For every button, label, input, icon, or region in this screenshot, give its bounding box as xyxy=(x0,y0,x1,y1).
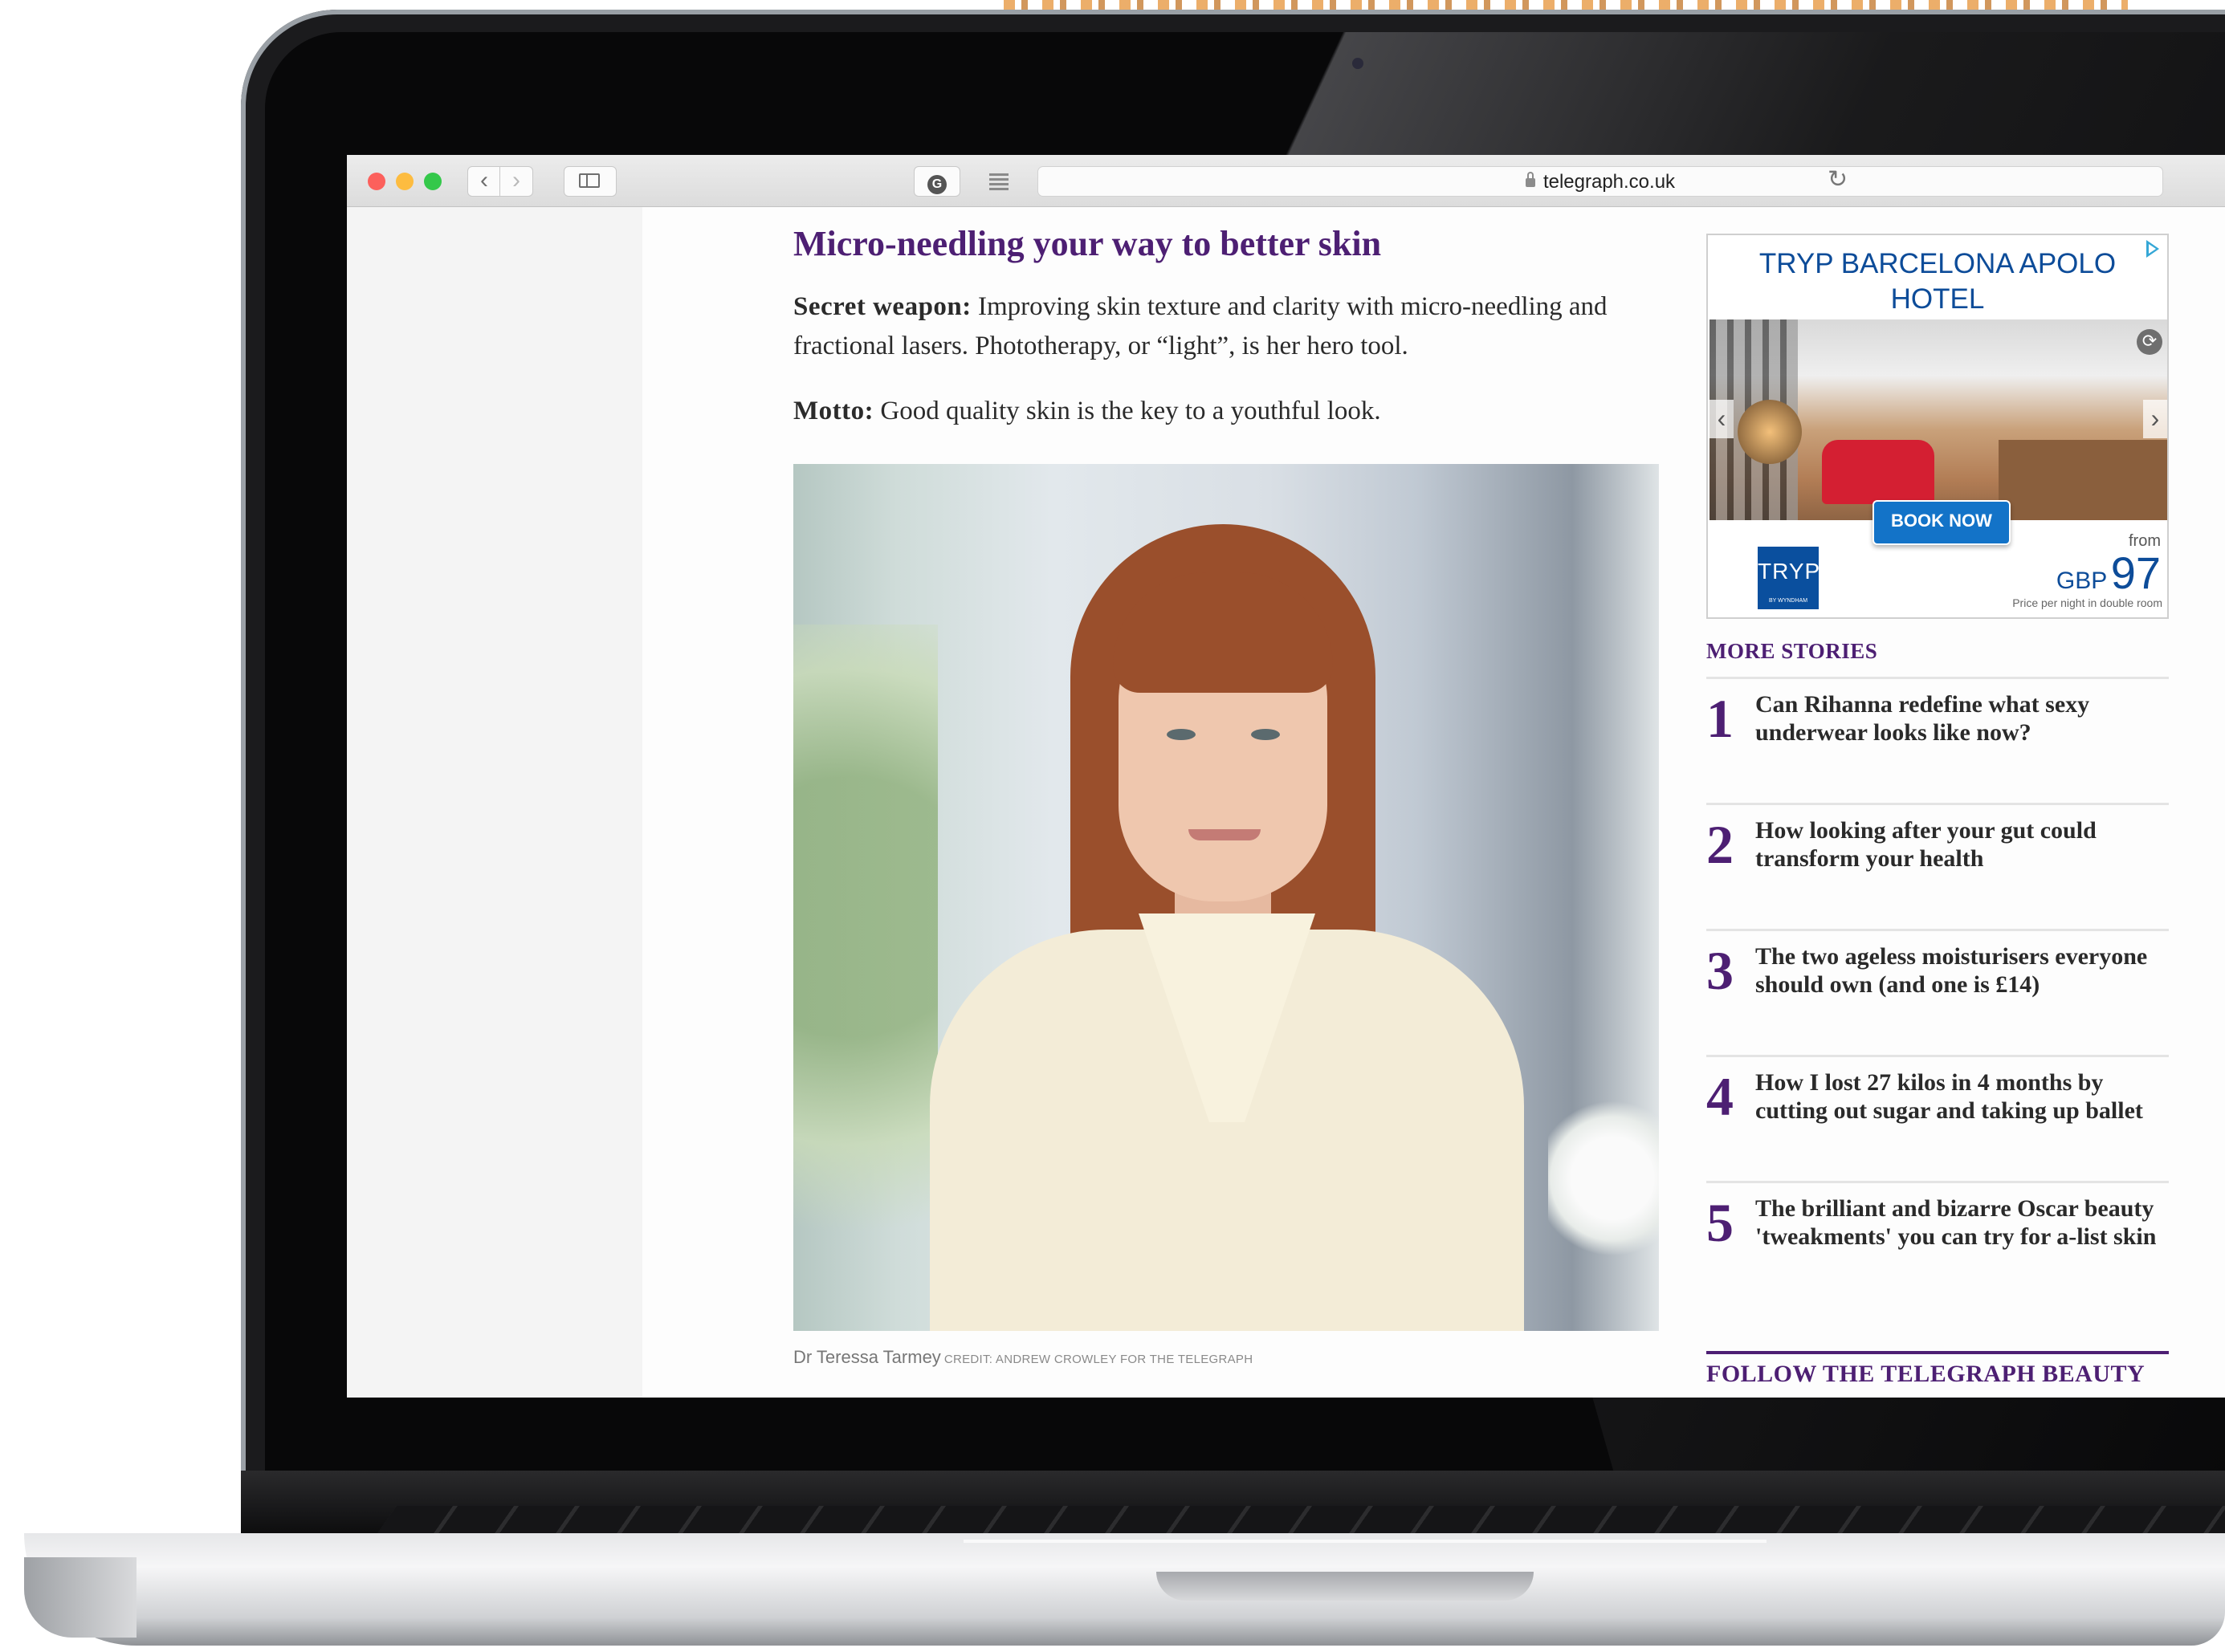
story-title-link[interactable]: The two ageless moisturisers everyone sh… xyxy=(1755,942,2169,999)
camera-icon xyxy=(1352,58,1363,69)
story-title-link[interactable]: The brilliant and bizarre Oscar beauty '… xyxy=(1755,1194,2169,1251)
ad-price: GBP 97 xyxy=(2056,547,2161,598)
grammarly-extension-button[interactable]: G xyxy=(914,166,960,197)
laptop-base-edge xyxy=(24,1557,137,1638)
sidebar-icon xyxy=(579,173,600,188)
ad-price-note: Price per night in double room xyxy=(2012,596,2162,609)
grammarly-icon: G xyxy=(927,175,947,194)
laptop-notch xyxy=(1156,1572,1534,1601)
ad-title: TRYP BARCELONA APOLO HOTEL xyxy=(1758,248,2117,315)
story-number: 2 xyxy=(1706,814,1734,875)
motto-text: Good quality skin is the key to a youthf… xyxy=(874,397,1381,425)
base-highlight xyxy=(964,1540,1767,1543)
story-item[interactable]: 4 How I lost 27 kilos in 4 months by cut… xyxy=(1706,1055,2169,1183)
browser-window: ‹ › G telegraph.co.uk ↻ Micro-needling y… xyxy=(347,155,2225,1398)
motto-label: Motto: xyxy=(793,397,874,425)
story-title-link[interactable]: How I lost 27 kilos in 4 months by cutti… xyxy=(1755,1068,2169,1125)
book-now-button[interactable]: BOOK NOW xyxy=(1873,500,2011,545)
reload-icon[interactable]: ↻ xyxy=(1828,165,1848,193)
lock-icon xyxy=(1525,172,1535,187)
laptop-base xyxy=(24,1533,2225,1646)
story-number: 5 xyxy=(1706,1192,1734,1253)
hotel-lobby-image: ‹ › ⟳ xyxy=(1710,319,2167,520)
story-number: 4 xyxy=(1706,1066,1734,1127)
chevron-right-icon: › xyxy=(512,167,520,193)
photo-credit: CREDIT: ANDREW CROWLEY FOR THE TELEGRAPH xyxy=(943,1353,1253,1366)
story-number: 1 xyxy=(1706,688,1734,749)
chevron-left-icon: ‹ xyxy=(480,167,488,193)
secret-weapon-paragraph: Secret weapon: Improving skin texture an… xyxy=(793,287,1669,366)
left-gutter xyxy=(347,207,642,1398)
secret-weapon-label: Secret weapon: xyxy=(793,292,972,321)
browser-toolbar: ‹ › G telegraph.co.uk ↻ xyxy=(347,155,2225,207)
story-item[interactable]: 3 The two ageless moisturisers everyone … xyxy=(1706,929,2169,1057)
fullscreen-window-button[interactable] xyxy=(424,173,442,190)
photo-caption: Dr Teressa Tarmey CREDIT: ANDREW CROWLEY … xyxy=(793,1347,1253,1368)
address-bar[interactable]: telegraph.co.uk xyxy=(1037,166,2163,197)
tryp-logo: TRYP BY WYNDHAM xyxy=(1758,547,1820,609)
carousel-next-button[interactable]: › xyxy=(2143,400,2167,438)
caption-name: Dr Teressa Tarmey xyxy=(793,1347,941,1367)
minimize-window-button[interactable] xyxy=(396,173,414,190)
story-title-link[interactable]: Can Rihanna redefine what sexy underwear… xyxy=(1755,690,2169,747)
reader-icon xyxy=(989,173,1009,176)
section-headline: Micro-needling your way to better skin xyxy=(793,224,1382,263)
follow-beauty-heading: FOLLOW THE TELEGRAPH BEAUTY xyxy=(1706,1351,2169,1398)
web-page: Micro-needling your way to better skin S… xyxy=(642,207,2225,1398)
forward-button[interactable]: › xyxy=(499,166,533,197)
sidebar-toggle-button[interactable] xyxy=(564,166,617,197)
url-text: telegraph.co.uk xyxy=(1542,171,1676,193)
story-title-link[interactable]: How looking after your gut could transfo… xyxy=(1755,816,2169,873)
reader-view-button[interactable] xyxy=(981,166,1017,195)
more-stories-heading: MORE STORIES xyxy=(1706,639,1878,663)
story-item[interactable]: 1 Can Rihanna redefine what sexy underwe… xyxy=(1706,677,2169,805)
close-window-button[interactable] xyxy=(368,173,385,190)
hotel-advert[interactable]: TRYP BARCELONA APOLO HOTEL ‹ › ⟳ BOOK NO… xyxy=(1706,234,2169,619)
story-item[interactable]: 5 The brilliant and bizarre Oscar beauty… xyxy=(1706,1181,2169,1309)
story-number: 3 xyxy=(1706,940,1734,1001)
portrait-photo xyxy=(793,464,1659,1331)
refresh-icon[interactable]: ⟳ xyxy=(2137,329,2162,355)
carousel-prev-button[interactable]: ‹ xyxy=(1710,400,1734,438)
story-item[interactable]: 2 How looking after your gut could trans… xyxy=(1706,803,2169,931)
motto-paragraph: Motto: Good quality skin is the key to a… xyxy=(793,392,1669,431)
adchoices-icon[interactable] xyxy=(2146,240,2159,258)
back-button[interactable]: ‹ xyxy=(467,166,501,197)
